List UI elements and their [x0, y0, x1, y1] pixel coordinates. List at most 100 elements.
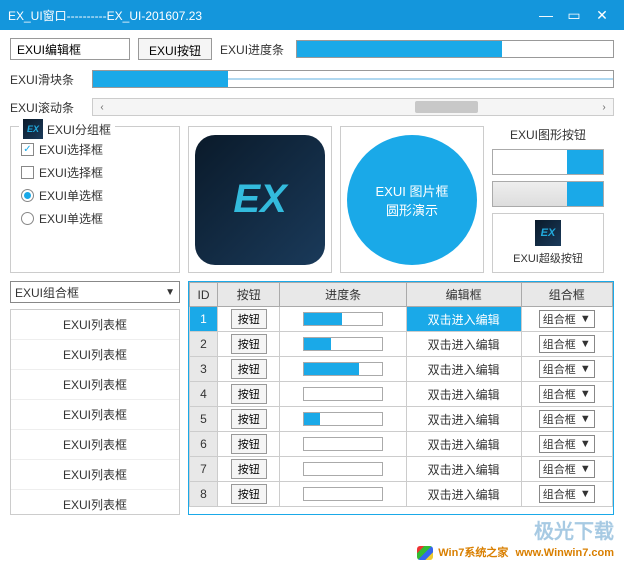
- super-button[interactable]: EX EXUI超级按钮: [492, 213, 604, 273]
- row-edit[interactable]: 双击进入编辑: [406, 332, 521, 357]
- group-box: EX EXUI分组框 EXUI选择框 EXUI选择框 EXUI单选框 EXUI单…: [10, 126, 180, 273]
- row-id[interactable]: 8: [190, 482, 218, 507]
- groupbox-title: EX EXUI分组框: [19, 119, 115, 139]
- row-button[interactable]: 按钮: [231, 484, 267, 504]
- row-edit[interactable]: 双击进入编辑: [406, 382, 521, 407]
- row-progress: [303, 362, 383, 376]
- list-item[interactable]: EXUI列表框: [11, 310, 179, 340]
- col-edit[interactable]: 编辑框: [406, 283, 521, 307]
- ex-logo-large-icon: EX: [195, 135, 325, 265]
- row-combo[interactable]: 组合框▼: [539, 460, 595, 478]
- row-combo[interactable]: 组合框▼: [539, 360, 595, 378]
- list-item[interactable]: EXUI列表框: [11, 370, 179, 400]
- watermark-sub: Win7系统之家 www.Winwin7.com: [417, 544, 614, 560]
- row-id[interactable]: 1: [190, 307, 218, 332]
- slider-label: EXUI滑块条: [10, 71, 80, 88]
- row-button[interactable]: 按钮: [231, 359, 267, 379]
- row-combo[interactable]: 组合框▼: [539, 435, 595, 453]
- ex-logo-icon: EX: [535, 220, 561, 246]
- data-grid[interactable]: ID 按钮 进度条 编辑框 组合框 1按钮双击进入编辑组合框▼2按钮双击进入编辑…: [188, 281, 614, 515]
- row-edit[interactable]: 双击进入编辑: [406, 407, 521, 432]
- table-row: 8 按钮 双击进入编辑组合框▼: [190, 482, 613, 507]
- radio-icon: [21, 189, 34, 202]
- table-row: 2 按钮 双击进入编辑组合框▼: [190, 332, 613, 357]
- row-button[interactable]: 按钮: [231, 459, 267, 479]
- list-item[interactable]: EXUI列表框: [11, 340, 179, 370]
- row-edit[interactable]: 双击进入编辑: [406, 357, 521, 382]
- col-id[interactable]: ID: [190, 283, 218, 307]
- graphic-button-2[interactable]: [492, 181, 604, 207]
- row-edit[interactable]: 双击进入编辑: [406, 482, 521, 507]
- checkbox-1[interactable]: EXUI选择框: [21, 141, 169, 158]
- scroll-right-icon[interactable]: ›: [595, 99, 613, 115]
- slider-fill: [93, 71, 228, 87]
- scroll-left-icon[interactable]: ‹: [93, 99, 111, 115]
- table-row: 3 按钮 双击进入编辑组合框▼: [190, 357, 613, 382]
- row-progress: [303, 312, 383, 326]
- graphic-button-title: EXUI图形按钮: [492, 126, 604, 143]
- col-combo[interactable]: 组合框: [521, 283, 613, 307]
- progress-bar: [296, 40, 614, 58]
- edit-input[interactable]: [10, 38, 130, 60]
- row-id[interactable]: 2: [190, 332, 218, 357]
- windows-logo-icon: [417, 546, 433, 560]
- radio-2[interactable]: EXUI单选框: [21, 210, 169, 227]
- row-progress: [303, 337, 383, 351]
- titlebar: EX_UI窗口----------EX_UI-201607.23 — ▭ ✕: [0, 0, 624, 30]
- chevron-down-icon: ▼: [580, 438, 591, 450]
- row-combo[interactable]: 组合框▼: [539, 310, 595, 328]
- row-button[interactable]: 按钮: [231, 334, 267, 354]
- table-row: 4 按钮 双击进入编辑组合框▼: [190, 382, 613, 407]
- maximize-button[interactable]: ▭: [560, 3, 588, 27]
- row-combo[interactable]: 组合框▼: [539, 485, 595, 503]
- row-combo[interactable]: 组合框▼: [539, 410, 595, 428]
- listbox[interactable]: EXUI列表框EXUI列表框EXUI列表框EXUI列表框EXUI列表框EXUI列…: [10, 309, 180, 515]
- picture-box-circle: EXUI 图片框 圆形演示: [340, 126, 484, 273]
- col-prog[interactable]: 进度条: [280, 283, 406, 307]
- exui-button[interactable]: EXUI按钮: [138, 38, 212, 60]
- row-id[interactable]: 6: [190, 432, 218, 457]
- picture-box-logo: EX: [188, 126, 332, 273]
- row-id[interactable]: 4: [190, 382, 218, 407]
- row-edit[interactable]: 双击进入编辑: [406, 307, 521, 332]
- chevron-down-icon: ▼: [580, 388, 591, 400]
- table-row: 1 按钮 双击进入编辑组合框▼: [190, 307, 613, 332]
- row-id[interactable]: 7: [190, 457, 218, 482]
- row-button[interactable]: 按钮: [231, 309, 267, 329]
- row-id[interactable]: 3: [190, 357, 218, 382]
- col-btn[interactable]: 按钮: [218, 283, 280, 307]
- chevron-down-icon: ▼: [580, 413, 591, 425]
- window-title: EX_UI窗口----------EX_UI-201607.23: [8, 7, 532, 24]
- table-row: 6 按钮 双击进入编辑组合框▼: [190, 432, 613, 457]
- list-item[interactable]: EXUI列表框: [11, 460, 179, 490]
- scrollbar[interactable]: ‹ ›: [92, 98, 614, 116]
- graphic-button-1[interactable]: [492, 149, 604, 175]
- scroll-thumb[interactable]: [415, 101, 477, 113]
- row-progress: [303, 487, 383, 501]
- row-combo[interactable]: 组合框▼: [539, 335, 595, 353]
- chevron-down-icon: ▼: [580, 313, 591, 325]
- ex-logo-icon: EX: [23, 119, 43, 139]
- list-item[interactable]: EXUI列表框: [11, 430, 179, 460]
- row-button[interactable]: 按钮: [231, 384, 267, 404]
- row-combo[interactable]: 组合框▼: [539, 385, 595, 403]
- chevron-down-icon: ▼: [165, 287, 175, 298]
- combobox[interactable]: EXUI组合框 ▼: [10, 281, 180, 303]
- close-button[interactable]: ✕: [588, 3, 616, 27]
- row-id[interactable]: 5: [190, 407, 218, 432]
- scrollbar-label: EXUI滚动条: [10, 99, 80, 116]
- row-edit[interactable]: 双击进入编辑: [406, 432, 521, 457]
- list-item[interactable]: EXUI列表框: [11, 400, 179, 430]
- radio-1[interactable]: EXUI单选框: [21, 187, 169, 204]
- slider[interactable]: [92, 70, 614, 88]
- radio-icon: [21, 212, 34, 225]
- minimize-button[interactable]: —: [532, 3, 560, 27]
- list-item[interactable]: EXUI列表框: [11, 490, 179, 515]
- row-button[interactable]: 按钮: [231, 434, 267, 454]
- row-button[interactable]: 按钮: [231, 409, 267, 429]
- chevron-down-icon: ▼: [580, 463, 591, 475]
- checkbox-2[interactable]: EXUI选择框: [21, 164, 169, 181]
- circle-demo: EXUI 图片框 圆形演示: [347, 135, 477, 265]
- progress-fill: [297, 41, 502, 57]
- row-edit[interactable]: 双击进入编辑: [406, 457, 521, 482]
